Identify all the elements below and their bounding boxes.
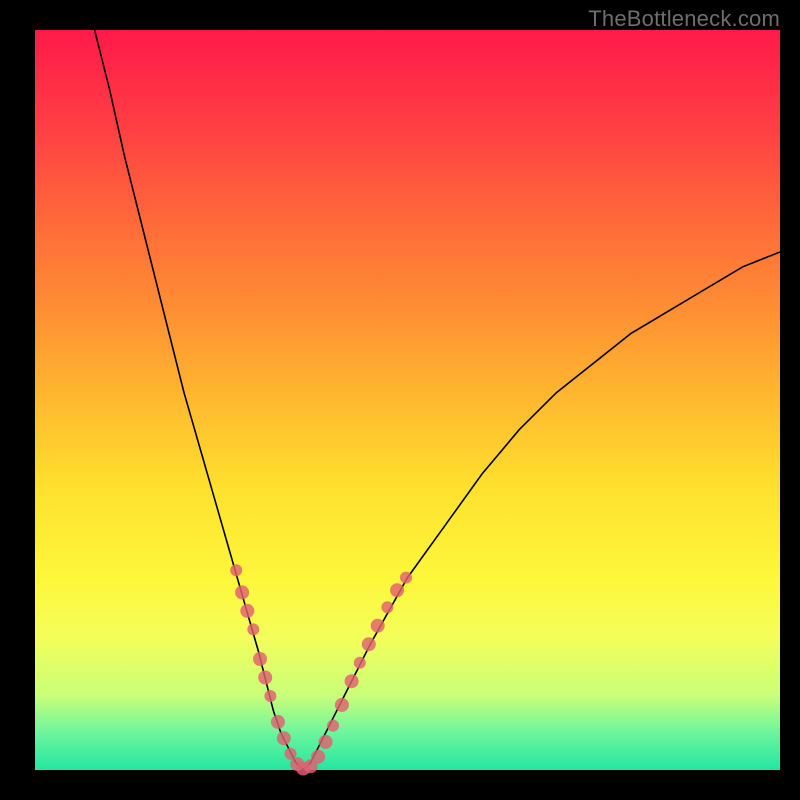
curve-marker [253, 652, 267, 666]
curve-marker [240, 604, 254, 618]
watermark-text: TheBottleneck.com [588, 6, 780, 32]
curve-marker [335, 698, 349, 712]
marker-group [230, 564, 412, 775]
curve-marker [264, 690, 276, 702]
curve-marker [311, 750, 325, 764]
curve-marker [230, 564, 242, 576]
curve-marker [327, 720, 339, 732]
chart-frame: TheBottleneck.com [0, 0, 800, 800]
bottleneck-curve [95, 30, 780, 770]
curve-marker [319, 735, 333, 749]
curve-marker [277, 731, 291, 745]
curve-marker [390, 583, 404, 597]
curve-marker [362, 637, 376, 651]
curve-marker [258, 671, 272, 685]
curve-marker [400, 572, 412, 584]
chart-svg [35, 30, 780, 770]
curve-marker [371, 619, 385, 633]
curve-marker [354, 657, 366, 669]
curve-marker [345, 674, 359, 688]
curve-marker [247, 623, 259, 635]
plot-area [35, 30, 780, 770]
curve-marker [235, 585, 249, 599]
curve-marker [271, 715, 285, 729]
curve-marker [381, 601, 393, 613]
